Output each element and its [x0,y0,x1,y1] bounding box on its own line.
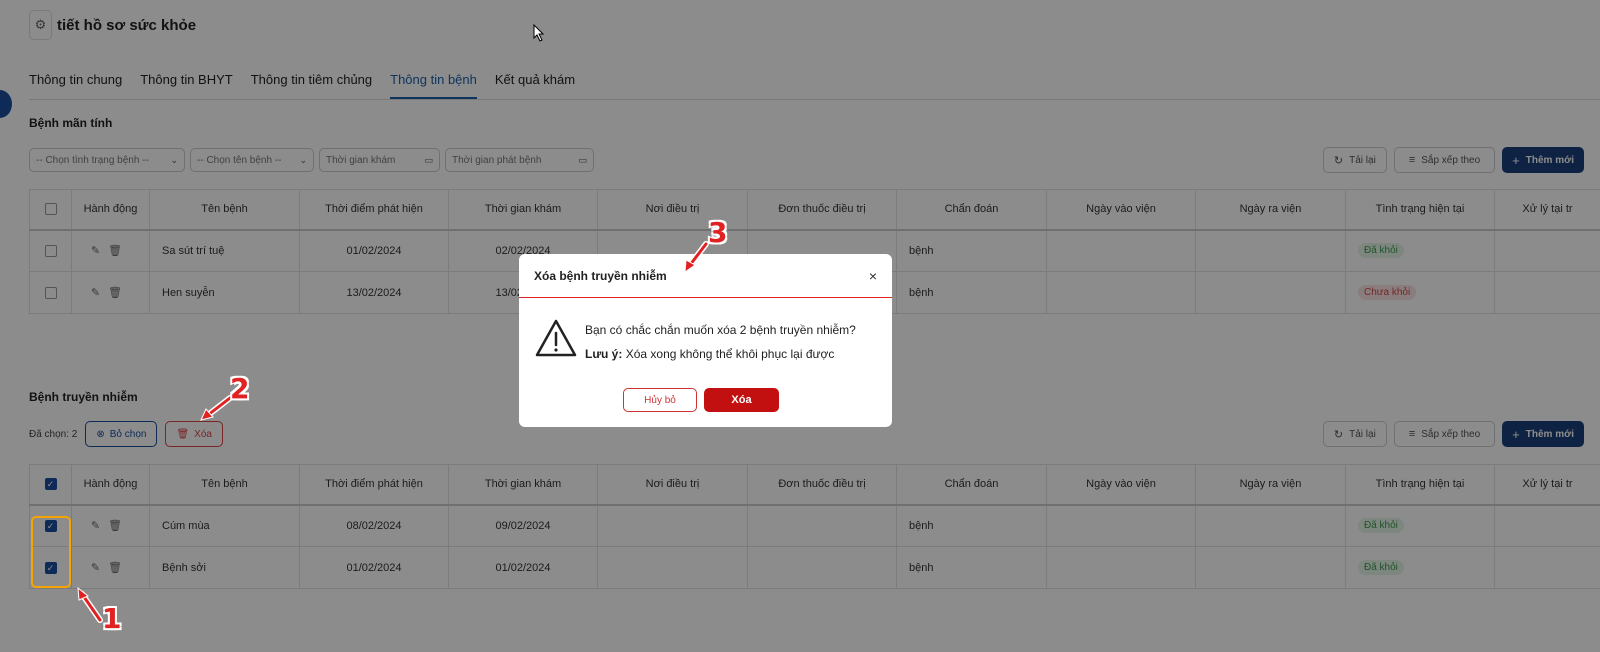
checkbox-highlight [31,516,71,588]
note-label: Lưu ý: [585,347,623,361]
step-3-label: 3 [708,216,728,249]
note-text: Xóa xong không thể khôi phục lại được [625,347,835,361]
page: ⚙ tiết hồ sơ sức khỏe Thông tin chung Th… [0,0,1600,652]
dialog-question: Bạn có chắc chắn muốn xóa 2 bệnh truyền … [585,323,856,337]
step-1-label: 1 [102,602,122,635]
confirm-delete-button[interactable]: Xóa [704,388,779,412]
dialog-header: Xóa bệnh truyền nhiễm × [519,254,892,298]
dialog-actions: Hủy bỏ Xóa [623,388,779,412]
dialog-message: Bạn có chắc chắn muốn xóa 2 bệnh truyền … [585,318,856,366]
cancel-button[interactable]: Hủy bỏ [623,388,697,412]
dialog-body: Bạn có chắc chắn muốn xóa 2 bệnh truyền … [519,298,892,366]
warning-icon [535,319,577,357]
step-2-label: 2 [230,372,250,405]
mouse-cursor-icon [533,24,545,42]
delete-confirm-dialog: Xóa bệnh truyền nhiễm × Bạn có chắc chắn… [519,254,892,427]
dialog-note: Lưu ý: Xóa xong không thể khôi phục lại … [585,342,856,366]
close-icon[interactable]: × [869,268,877,284]
dialog-title: Xóa bệnh truyền nhiễm [534,268,667,283]
